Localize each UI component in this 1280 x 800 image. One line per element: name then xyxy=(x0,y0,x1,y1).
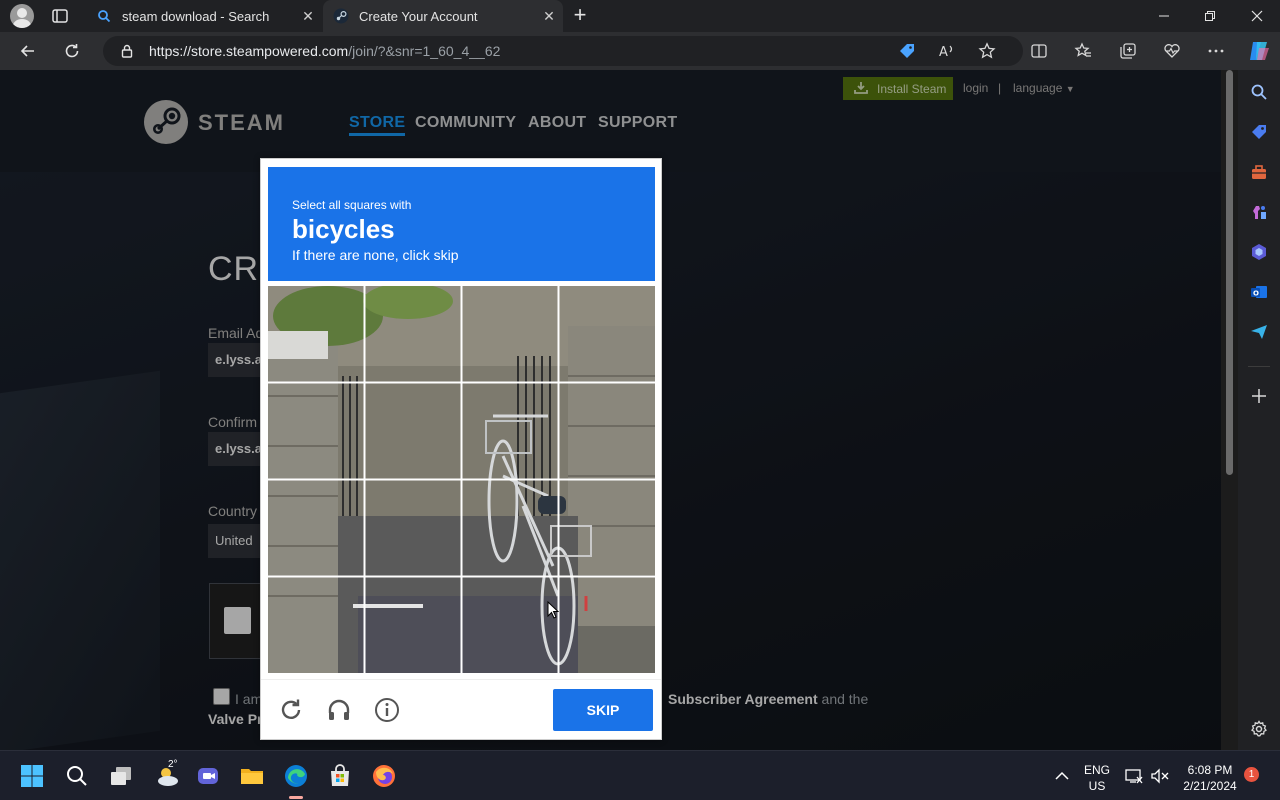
captcha-tile[interactable] xyxy=(268,383,363,478)
split-screen-icon[interactable] xyxy=(1029,41,1049,61)
lang-top: ENG xyxy=(1083,763,1110,777)
captcha-tile[interactable] xyxy=(463,578,558,673)
captcha-challenge-dialog: Select all squares with bicycles If ther… xyxy=(260,158,662,740)
sidebar-search-icon[interactable] xyxy=(1248,81,1270,103)
lock-icon[interactable] xyxy=(119,43,135,59)
microsoft-store-icon[interactable] xyxy=(327,763,353,789)
refresh-challenge-icon[interactable] xyxy=(277,696,305,724)
sidebar-tools-icon[interactable] xyxy=(1248,161,1270,183)
captcha-tile[interactable] xyxy=(268,286,363,381)
weather-widget[interactable]: 2° xyxy=(151,759,185,789)
info-icon[interactable] xyxy=(373,696,401,724)
close-tab-icon[interactable]: ✕ xyxy=(541,8,557,24)
clock-time: 6:08 PM xyxy=(1187,763,1233,777)
close-window-icon[interactable] xyxy=(1234,0,1280,32)
captcha-tile-grid xyxy=(268,286,655,673)
mouse-cursor-icon xyxy=(547,600,560,619)
windows-taskbar: 2° ENG US 6:08 PM 2/21/2024 xyxy=(0,750,1280,800)
new-tab-button[interactable]: + xyxy=(568,4,592,28)
address-bar-row: https://store.steampowered.com/join/?&sn… xyxy=(0,32,1280,70)
coupon-tag-icon[interactable] xyxy=(897,41,917,61)
minimize-icon[interactable] xyxy=(1141,0,1187,32)
collections-icon[interactable] xyxy=(1118,41,1138,61)
sidebar-divider xyxy=(1248,366,1270,367)
browser-essentials-icon[interactable] xyxy=(1162,41,1182,61)
sidebar-add-icon[interactable] xyxy=(1248,385,1270,407)
tray-chevron-up-icon[interactable] xyxy=(1050,763,1074,789)
more-options-icon[interactable] xyxy=(1206,41,1226,61)
url-bar[interactable]: https://store.steampowered.com/join/?&sn… xyxy=(103,36,1023,66)
audio-challenge-icon[interactable] xyxy=(325,696,353,724)
captcha-tile[interactable] xyxy=(365,578,460,673)
captcha-tile[interactable] xyxy=(463,481,558,576)
firefox-icon[interactable] xyxy=(371,763,397,789)
sidebar-settings-icon[interactable] xyxy=(1248,718,1270,740)
input-language-indicator[interactable]: ENG US xyxy=(1082,762,1112,794)
captcha-tile[interactable] xyxy=(365,286,460,381)
weather-temp: 2° xyxy=(168,759,178,770)
file-explorer-icon[interactable] xyxy=(239,763,265,789)
teams-chat-icon[interactable] xyxy=(195,763,221,789)
captcha-tile[interactable] xyxy=(560,481,655,576)
task-view-icon[interactable] xyxy=(108,763,134,789)
captcha-tile[interactable] xyxy=(463,286,558,381)
restore-icon[interactable] xyxy=(1187,0,1233,32)
sidebar-outlook-icon[interactable]: O xyxy=(1248,281,1270,303)
footer-divider xyxy=(261,679,661,680)
captcha-prompt: Select all squares with bicycles If ther… xyxy=(268,167,655,281)
url-path: /join/?&snr=1_60_4__62 xyxy=(348,43,501,59)
notification-badge[interactable]: 1 xyxy=(1244,767,1259,782)
profile-avatar[interactable] xyxy=(10,4,34,28)
url-text[interactable]: https://store.steampowered.com/join/?&sn… xyxy=(149,43,500,59)
page-scrollbar[interactable] xyxy=(1221,70,1238,750)
captcha-tile[interactable] xyxy=(463,383,558,478)
tab-actions-icon[interactable] xyxy=(50,6,70,26)
sidebar-games-icon[interactable] xyxy=(1248,201,1270,223)
search-icon xyxy=(96,8,112,24)
sidebar-copilot-icon[interactable] xyxy=(1248,241,1270,263)
tab-title: Create Your Account xyxy=(359,8,478,24)
clock[interactable]: 6:08 PM 2/21/2024 xyxy=(1178,762,1242,794)
sidebar-shopping-icon[interactable] xyxy=(1248,121,1270,143)
clock-date: 2/21/2024 xyxy=(1183,779,1237,793)
prompt-target-word: bicycles xyxy=(292,214,395,244)
edge-sidebar: O xyxy=(1238,70,1280,750)
url-host: https://store.steampowered.com xyxy=(149,43,349,59)
read-aloud-icon[interactable]: A xyxy=(937,41,957,61)
skip-button[interactable]: SKIP xyxy=(553,689,653,731)
copilot-icon[interactable] xyxy=(1247,39,1271,63)
refresh-icon[interactable] xyxy=(61,40,83,62)
captcha-tile[interactable] xyxy=(365,481,460,576)
volume-muted-icon[interactable] xyxy=(1148,763,1172,789)
tab-create-your-account[interactable]: Create Your Account ✕ xyxy=(323,0,563,32)
tab-steam-download-search[interactable]: steam download - Search ✕ xyxy=(84,0,322,32)
prompt-hint: If there are none, click skip xyxy=(292,247,459,263)
captcha-tile[interactable] xyxy=(560,578,655,673)
svg-text:O: O xyxy=(1253,290,1259,298)
captcha-tile[interactable] xyxy=(268,578,363,673)
prompt-instruction: Select all squares with xyxy=(292,198,412,212)
edge-browser-icon[interactable] xyxy=(283,763,309,789)
close-tab-icon[interactable]: ✕ xyxy=(300,8,316,24)
svg-text:A: A xyxy=(939,45,948,60)
tab-bar: steam download - Search ✕ Create Your Ac… xyxy=(0,0,1280,32)
favorite-star-icon[interactable] xyxy=(977,41,997,61)
captcha-tile[interactable] xyxy=(268,481,363,576)
captcha-tile[interactable] xyxy=(365,383,460,478)
captcha-tile[interactable] xyxy=(560,383,655,478)
favorites-icon[interactable] xyxy=(1073,41,1093,61)
start-menu-icon[interactable] xyxy=(19,763,45,789)
back-icon[interactable] xyxy=(17,40,39,62)
active-app-indicator xyxy=(289,796,303,799)
sidebar-drop-icon[interactable] xyxy=(1248,321,1270,343)
scrollbar-thumb[interactable] xyxy=(1226,70,1233,475)
steam-favicon-icon xyxy=(333,8,349,24)
tab-title: steam download - Search xyxy=(122,8,270,24)
taskbar-search-icon[interactable] xyxy=(64,763,90,789)
network-icon[interactable] xyxy=(1122,763,1146,789)
lang-bottom: US xyxy=(1088,779,1106,793)
captcha-tile[interactable] xyxy=(560,286,655,381)
